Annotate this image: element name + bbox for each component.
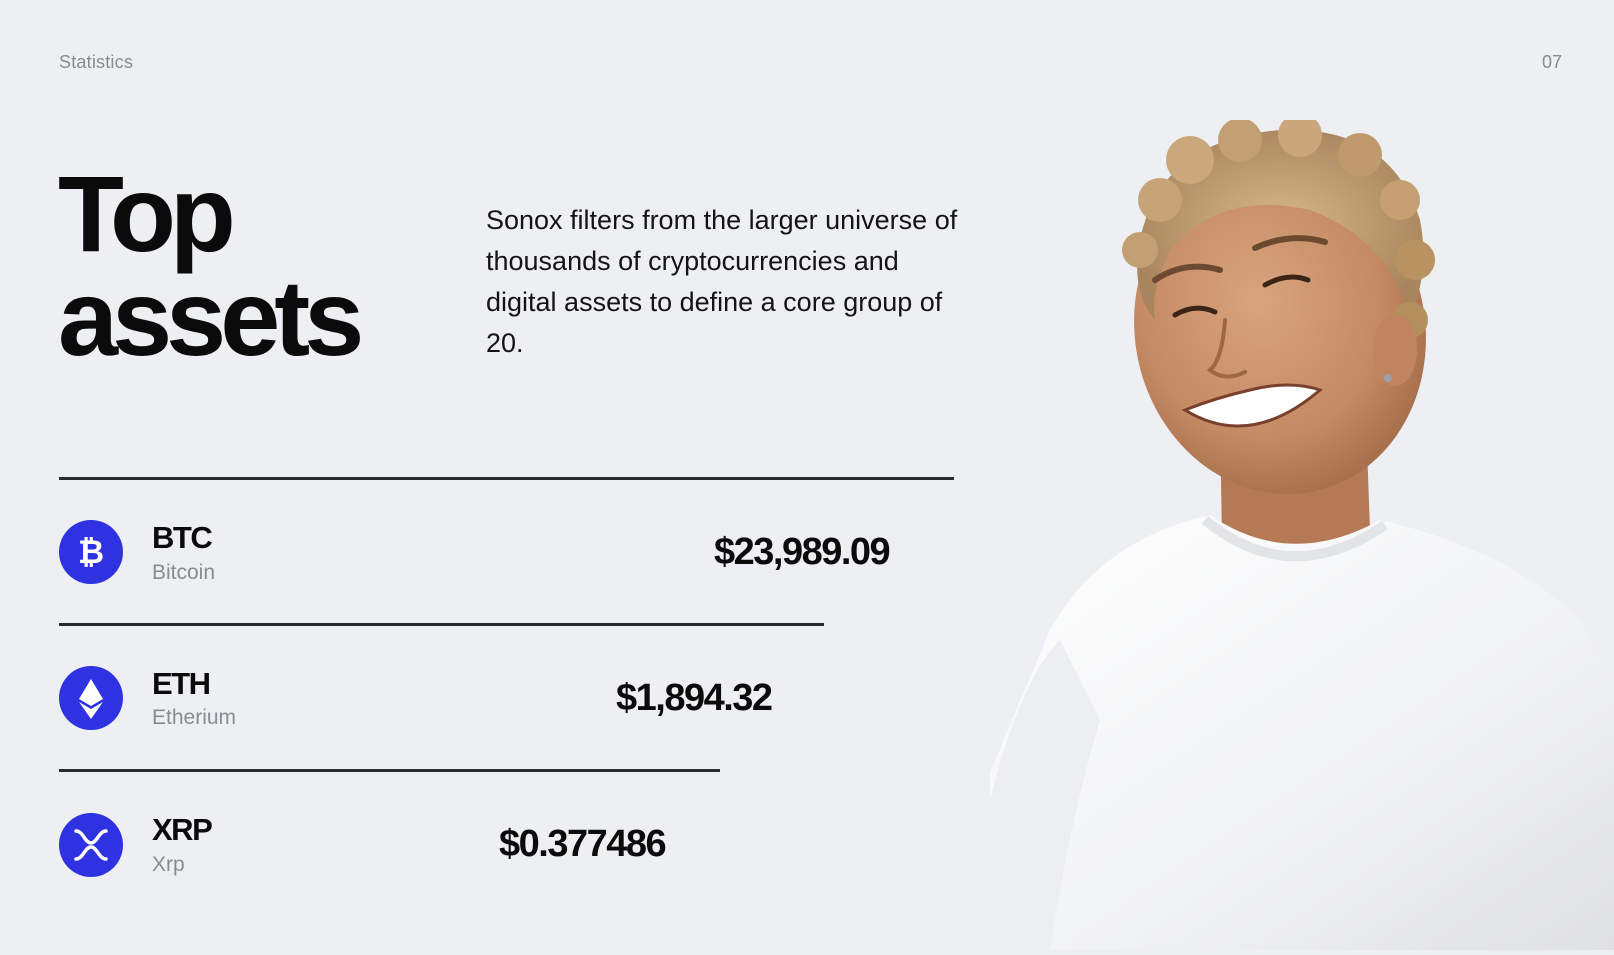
- asset-price: $23,989.09: [714, 531, 891, 573]
- ethereum-icon: [59, 666, 123, 730]
- xrp-icon: [59, 813, 123, 877]
- section-label: Statistics: [59, 52, 134, 72]
- divider-eth: [59, 769, 720, 772]
- asset-price: $1,894.32: [616, 677, 773, 719]
- asset-price: $0.377486: [499, 823, 667, 865]
- asset-ticker: ETH: [152, 666, 211, 701]
- title-line-1: Top: [58, 153, 236, 274]
- page-number: 07: [1541, 52, 1562, 72]
- title-line-2: assets: [58, 257, 364, 378]
- bitcoin-icon: ₿: [59, 520, 123, 584]
- asset-name: Bitcoin: [152, 561, 216, 584]
- divider-top: [59, 477, 954, 480]
- page-title: Top assets: [58, 153, 364, 378]
- description-text: Sonox filters from the larger universe o…: [486, 205, 958, 358]
- asset-ticker: XRP: [152, 812, 213, 847]
- asset-name: Etherium: [152, 706, 237, 729]
- asset-name: Xrp: [152, 853, 185, 876]
- divider-btc: [59, 623, 824, 626]
- svg-text:₿: ₿: [78, 533, 104, 571]
- portrait-image: [970, 113, 1614, 950]
- asset-ticker: BTC: [152, 520, 213, 555]
